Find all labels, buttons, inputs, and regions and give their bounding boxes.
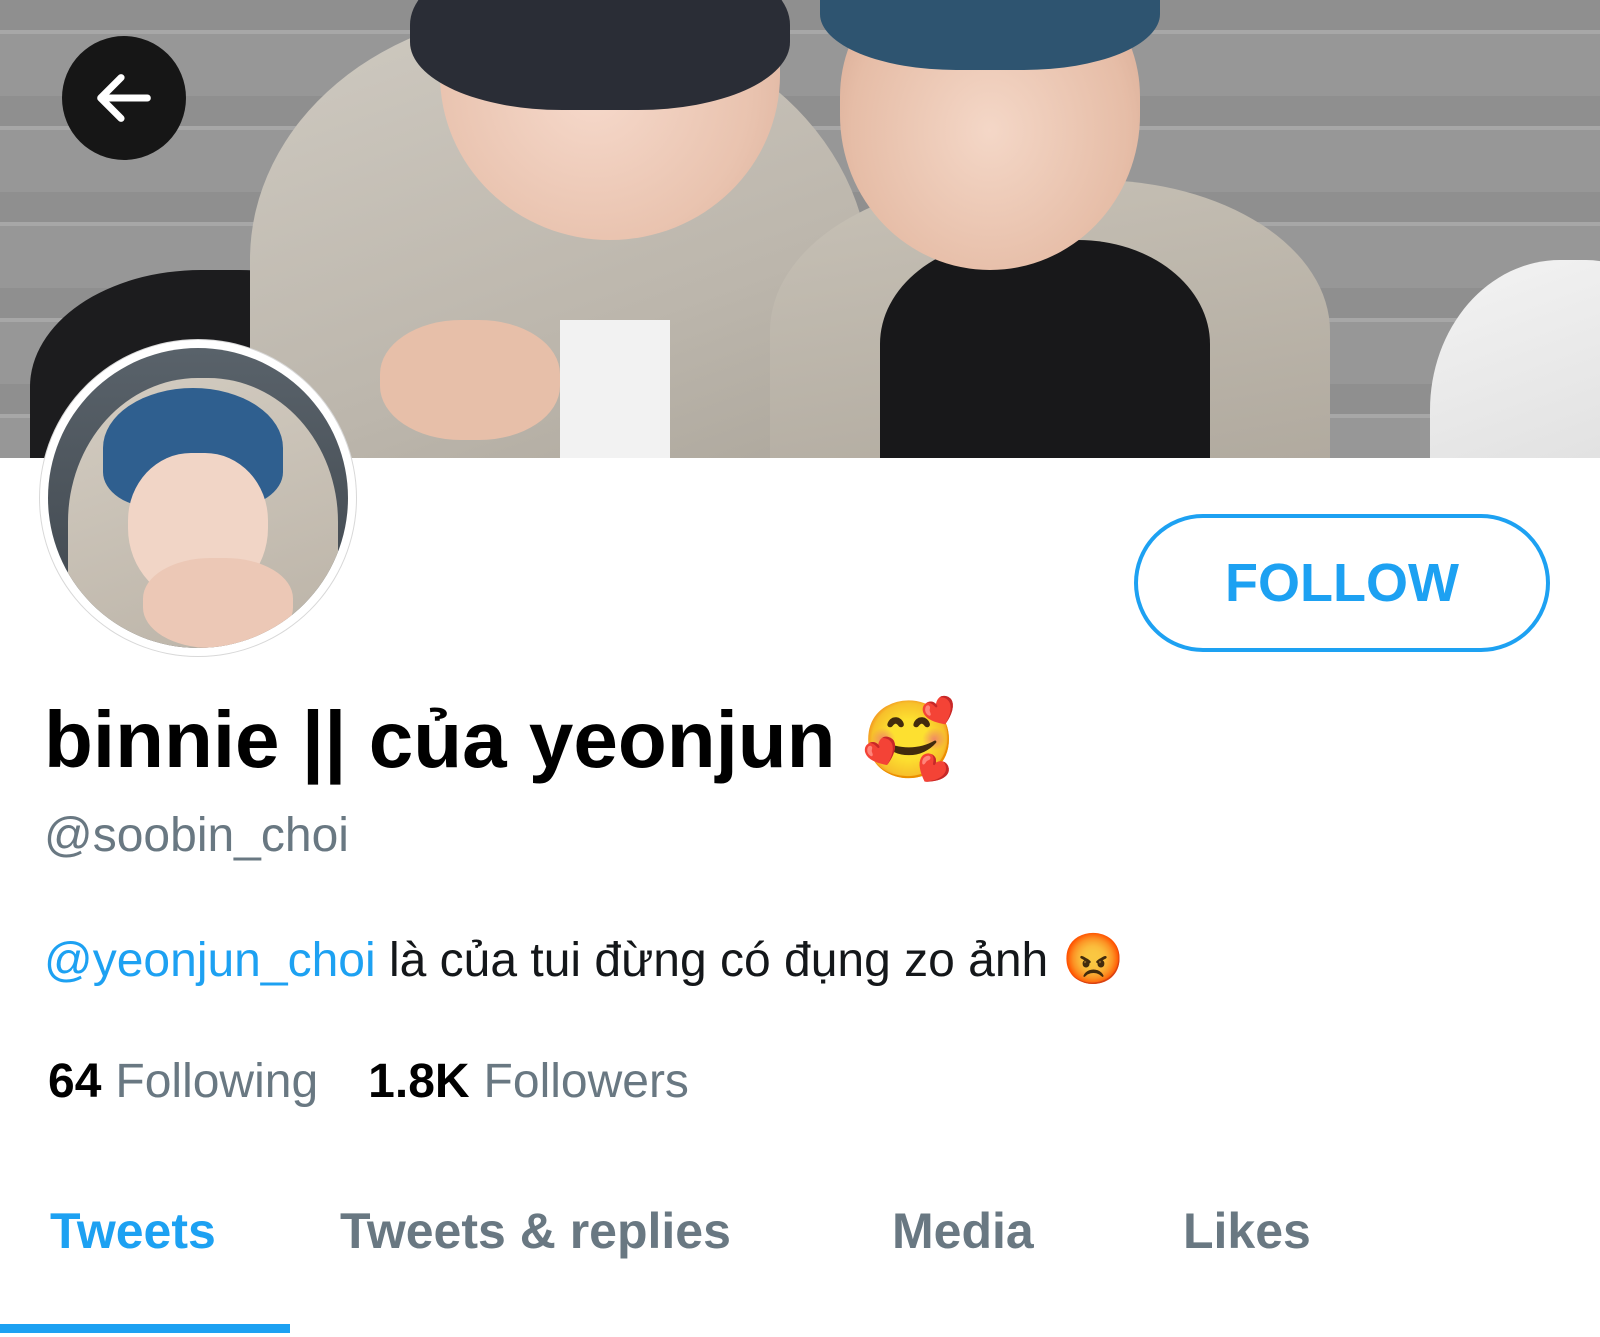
smiling-face-with-hearts-icon: 🥰: [861, 698, 957, 783]
avatar-hand: [143, 558, 293, 648]
display-name: binnie || của yeonjun 🥰: [44, 690, 956, 790]
banner-hair-left: [410, 0, 790, 110]
bio-mention-link[interactable]: @yeonjun_choi: [44, 934, 376, 987]
banner-hands: [380, 320, 560, 440]
profile-avatar[interactable]: [40, 340, 356, 656]
tab-tweets-and-replies[interactable]: Tweets & replies: [340, 1202, 731, 1260]
profile-tabs: Tweets Tweets & replies Media Likes: [0, 1180, 1600, 1337]
back-button[interactable]: [62, 36, 186, 160]
tab-likes[interactable]: Likes: [1183, 1202, 1311, 1260]
tab-media[interactable]: Media: [892, 1202, 1034, 1260]
arrow-left-icon: [97, 74, 151, 122]
bio-text: là của tui đừng có đụng zo ảnh: [375, 934, 1049, 987]
following-count: 64: [48, 1055, 102, 1108]
followers-stat[interactable]: 1.8K Followers: [368, 1054, 689, 1109]
profile-page: FOLLOW binnie || của yeonjun 🥰 @soobin_c…: [0, 0, 1600, 1337]
banner-shirt: [560, 320, 670, 458]
display-name-text: binnie || của yeonjun: [44, 695, 836, 784]
follow-button[interactable]: FOLLOW: [1134, 514, 1550, 652]
following-stat[interactable]: 64 Following: [48, 1054, 318, 1109]
avatar-photo: [48, 348, 348, 648]
tab-tweets[interactable]: Tweets: [50, 1202, 216, 1260]
profile-handle: @soobin_choi: [44, 809, 349, 862]
profile-bio: @yeonjun_choi là của tui đừng có đụng zo…: [44, 930, 1125, 989]
banner-figure-far-right: [1430, 260, 1600, 458]
following-label: Following: [115, 1055, 319, 1108]
profile-stats: 64 Following 1.8K Followers: [48, 1054, 689, 1109]
followers-count: 1.8K: [368, 1055, 470, 1108]
active-tab-indicator: [0, 1324, 290, 1333]
banner-figure-right-shirt: [880, 240, 1210, 458]
followers-label: Followers: [483, 1055, 689, 1108]
angry-face-icon: 😡: [1062, 931, 1125, 987]
